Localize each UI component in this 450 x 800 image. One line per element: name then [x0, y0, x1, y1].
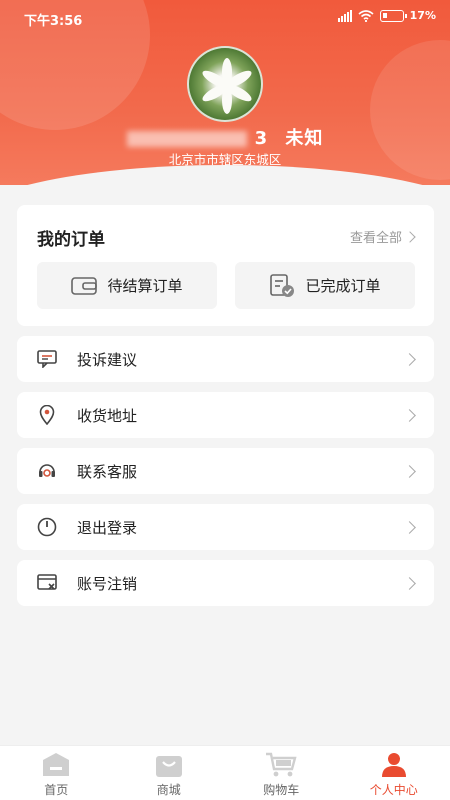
username-suffix: 3 [254, 128, 269, 149]
tab-label: 首页 [44, 783, 69, 797]
message-icon [37, 349, 57, 369]
tab-label: 个人中心 [369, 783, 418, 797]
menu-item-customer-service[interactable]: 联系客服 [17, 448, 434, 494]
menu-item-label: 账号注销 [77, 574, 138, 593]
menu-item-label: 投诉建议 [77, 350, 138, 369]
status-bar: 下午3:56 17% [0, 0, 450, 34]
menu-item-address[interactable]: 收货地址 [17, 392, 434, 438]
status-icons: 17% [337, 9, 436, 22]
user-info: 3 未知 [0, 124, 450, 150]
menu-item-label: 退出登录 [77, 518, 138, 537]
orders-card: 我的订单 查看全部 待结算订单 已完成订单 [17, 205, 434, 326]
menu-item-cancel-account[interactable]: 账号注销 [17, 560, 434, 606]
username-blurred [126, 131, 247, 147]
region-label: 北京市市辖区东城区 [168, 152, 282, 167]
signal-icon [337, 9, 352, 22]
view-all-orders-link[interactable]: 查看全部 [349, 227, 416, 246]
chevron-right-icon [403, 576, 416, 590]
chevron-right-icon [403, 408, 416, 422]
chevron-right-icon [403, 352, 416, 366]
battery-icon [379, 9, 407, 22]
completed-orders-label: 已完成订单 [305, 277, 381, 295]
chevron-right-icon [403, 520, 416, 534]
menu-item-logout[interactable]: 退出登录 [17, 504, 434, 550]
pending-orders-button[interactable]: 待结算订单 [37, 262, 217, 309]
status-time: 下午3:56 [24, 14, 83, 29]
tab-mall[interactable]: 商城 [113, 746, 226, 800]
headset-icon [37, 461, 57, 481]
wifi-icon [358, 9, 374, 22]
chevron-right-icon [403, 464, 416, 478]
menu-item-label: 联系客服 [77, 462, 138, 481]
tab-cart[interactable]: 购物车 [225, 746, 338, 800]
avatar[interactable] [187, 46, 263, 122]
menu-item-label: 收货地址 [77, 406, 138, 425]
battery-level: 17% [409, 9, 436, 22]
tab-profile[interactable]: 个人中心 [338, 746, 450, 800]
orders-title: 我的订单 [37, 230, 105, 250]
wallet-icon [71, 276, 98, 295]
account-cancel-icon [37, 573, 57, 593]
location-pin-icon [37, 405, 57, 425]
tab-label: 购物车 [263, 783, 300, 797]
cart-icon [266, 752, 297, 777]
home-icon [43, 753, 70, 776]
user-icon [381, 753, 406, 777]
tab-home[interactable]: 首页 [0, 746, 113, 800]
bottom-tab-bar: 首页 商城 购物车 个人中心 [0, 745, 450, 800]
gender-label: 未知 [285, 128, 324, 149]
completed-orders-button[interactable]: 已完成订单 [235, 262, 415, 309]
completed-order-icon [270, 273, 295, 297]
view-all-label: 查看全部 [349, 231, 402, 246]
tab-label: 商城 [156, 783, 181, 797]
shopping-bag-icon [155, 756, 182, 777]
pending-orders-label: 待结算订单 [107, 277, 183, 295]
power-icon [37, 517, 57, 537]
menu-item-feedback[interactable]: 投诉建议 [17, 336, 434, 382]
chevron-right-icon [404, 230, 416, 243]
